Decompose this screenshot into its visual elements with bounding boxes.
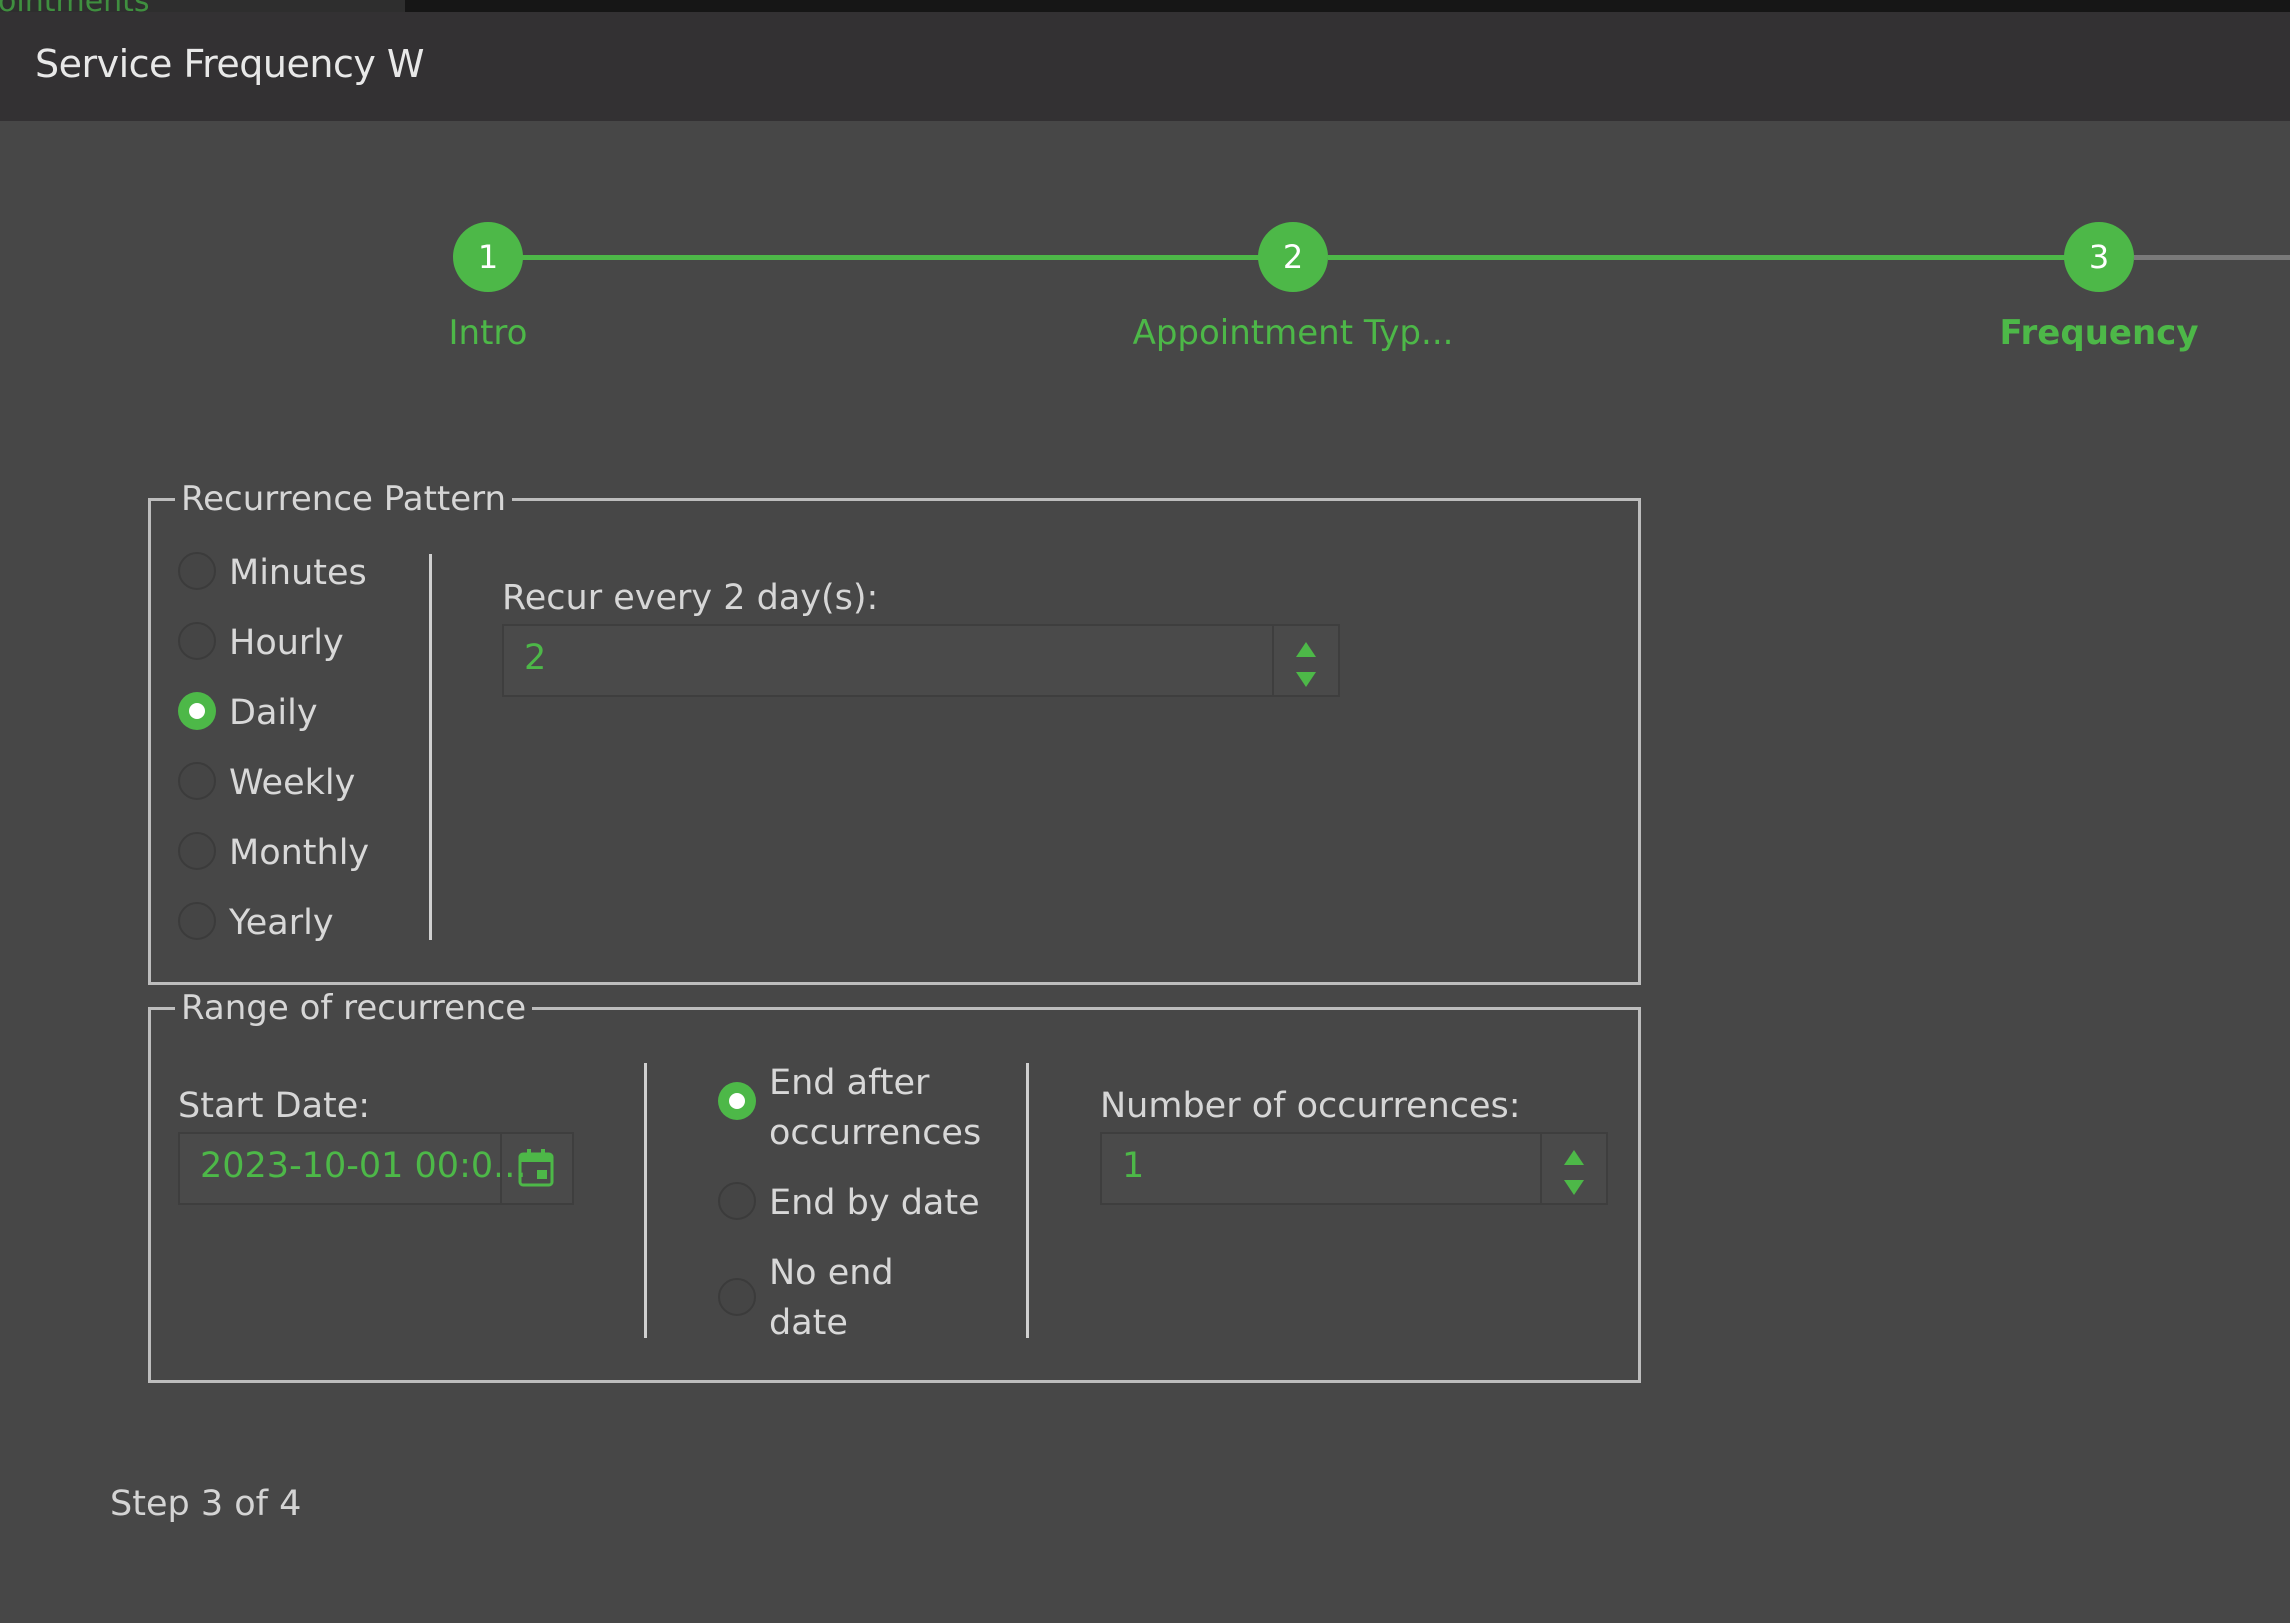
progress-track-1-2 bbox=[522, 255, 1292, 260]
radio-end-by-date[interactable] bbox=[718, 1182, 756, 1220]
pattern-option-yearly[interactable]: Yearly bbox=[178, 898, 334, 948]
step-1-number: 1 bbox=[477, 238, 499, 276]
no-end-line1: No end bbox=[769, 1253, 894, 1293]
range-divider-right bbox=[1026, 1063, 1029, 1338]
step-3-circle[interactable]: 3 bbox=[2064, 222, 2134, 292]
recurrence-pattern-group: Recurrence Pattern bbox=[148, 482, 1641, 985]
end-option-by-date[interactable]: End by date bbox=[718, 1178, 980, 1228]
step-2-label[interactable]: Appointment Typ... bbox=[1133, 313, 1454, 353]
progress-track-3-4 bbox=[2134, 255, 2290, 260]
step-2-circle[interactable]: 2 bbox=[1258, 222, 1328, 292]
radio-monthly-label: Monthly bbox=[229, 833, 370, 873]
start-date-value[interactable]: 2023-10-01 00:0... bbox=[200, 1146, 527, 1186]
step-indicator: Step 3 of 4 bbox=[110, 1484, 302, 1524]
pattern-option-minutes[interactable]: Minutes bbox=[178, 548, 367, 598]
recur-every-value[interactable]: 2 bbox=[524, 638, 546, 678]
window-title: Service Frequency W bbox=[35, 42, 424, 86]
background-window-strip: ointments bbox=[0, 0, 2290, 12]
pattern-option-monthly[interactable]: Monthly bbox=[178, 828, 369, 878]
calendar-icon[interactable] bbox=[517, 1148, 555, 1188]
radio-no-end-date[interactable] bbox=[718, 1278, 756, 1316]
radio-weekly[interactable] bbox=[178, 762, 216, 800]
pattern-option-weekly[interactable]: Weekly bbox=[178, 758, 355, 808]
start-date-label: Start Date: bbox=[178, 1086, 371, 1126]
radio-hourly-label: Hourly bbox=[229, 623, 344, 663]
radio-daily[interactable] bbox=[178, 692, 216, 730]
range-divider-left bbox=[644, 1063, 647, 1338]
radio-yearly[interactable] bbox=[178, 902, 216, 940]
step-1-label[interactable]: Intro bbox=[449, 313, 528, 353]
start-date-picker-button[interactable] bbox=[500, 1134, 572, 1203]
background-tab-label: ointments bbox=[0, 0, 150, 12]
radio-end-by-date-label: End by date bbox=[769, 1183, 980, 1223]
radio-yearly-label: Yearly bbox=[229, 903, 334, 943]
radio-hourly[interactable] bbox=[178, 622, 216, 660]
step-2-number: 2 bbox=[1282, 238, 1304, 276]
pattern-option-daily[interactable]: Daily bbox=[178, 688, 318, 738]
radio-no-end-date-label: No end date bbox=[769, 1248, 894, 1348]
title-bar: Service Frequency W bbox=[0, 12, 2290, 121]
decrement-icon[interactable] bbox=[1296, 672, 1316, 687]
background-tab: ointments bbox=[0, 0, 405, 12]
pattern-option-hourly[interactable]: Hourly bbox=[178, 618, 344, 668]
occurrences-stepper[interactable]: 1 bbox=[1100, 1132, 1608, 1205]
end-after-line2: occurrences bbox=[769, 1113, 982, 1153]
increment-icon[interactable] bbox=[1564, 1150, 1584, 1165]
range-of-recurrence-legend: Range of recurrence bbox=[181, 988, 527, 1028]
end-option-after[interactable]: End after occurrences bbox=[718, 1058, 981, 1158]
progress-track-2-3 bbox=[1328, 255, 2098, 260]
recur-every-label: Recur every 2 day(s): bbox=[502, 578, 879, 618]
recur-every-spin-buttons bbox=[1272, 626, 1338, 695]
increment-icon[interactable] bbox=[1296, 642, 1316, 657]
recur-every-stepper[interactable]: 2 bbox=[502, 624, 1340, 697]
occurrences-value[interactable]: 1 bbox=[1122, 1146, 1144, 1186]
radio-end-after-label: End after occurrences bbox=[769, 1058, 981, 1158]
start-date-field[interactable]: 2023-10-01 00:0... bbox=[178, 1132, 574, 1205]
no-end-line2: date bbox=[769, 1303, 848, 1343]
end-option-no-end[interactable]: No end date bbox=[718, 1248, 894, 1348]
radio-minutes[interactable] bbox=[178, 552, 216, 590]
occurrences-spin-buttons bbox=[1540, 1134, 1606, 1203]
radio-end-after[interactable] bbox=[718, 1082, 756, 1120]
recurrence-pattern-legend: Recurrence Pattern bbox=[181, 479, 507, 519]
occurrences-label: Number of occurrences: bbox=[1100, 1086, 1521, 1126]
radio-monthly[interactable] bbox=[178, 832, 216, 870]
end-after-line1: End after bbox=[769, 1063, 930, 1103]
step-1-circle[interactable]: 1 bbox=[453, 222, 523, 292]
step-3-number: 3 bbox=[2088, 238, 2110, 276]
radio-weekly-label: Weekly bbox=[229, 763, 356, 803]
radio-minutes-label: Minutes bbox=[229, 553, 367, 593]
decrement-icon[interactable] bbox=[1564, 1180, 1584, 1195]
step-3-label[interactable]: Frequency bbox=[1999, 313, 2198, 353]
pattern-divider bbox=[429, 554, 432, 940]
radio-daily-label: Daily bbox=[229, 693, 318, 733]
